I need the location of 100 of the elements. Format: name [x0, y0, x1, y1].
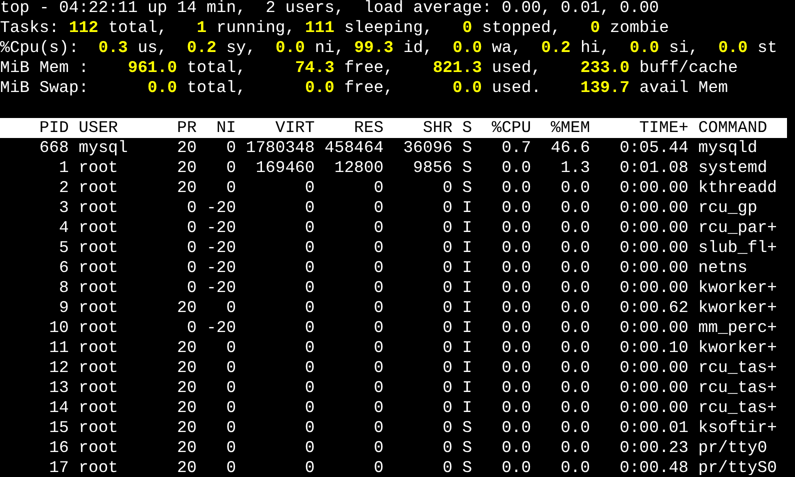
stat-text: 139.7 avail Mem	[580, 78, 728, 98]
command-cell: rcu_par+	[698, 218, 777, 238]
table-cell-text: 1780348	[244, 138, 315, 158]
table-cell-text: 8	[58, 278, 69, 298]
column-header: %CPU	[490, 118, 532, 138]
table-cell-text: 17	[48, 458, 69, 475]
column-header: COMMAND	[698, 118, 768, 138]
table-cell-text: 0:00.10	[618, 338, 688, 358]
table-cell-text: 0	[372, 458, 384, 475]
table-cell-text: 0:05.44	[618, 138, 688, 158]
table-cell-text: 0	[442, 238, 452, 258]
table-cell-text: 10	[48, 318, 69, 338]
table-cell-text: 0	[442, 218, 452, 238]
table-cell-text: 0:01.08	[618, 158, 688, 178]
user-cell-text: root	[78, 298, 120, 318]
command-cell: kworker+	[698, 298, 777, 318]
table-cell-text: 0	[225, 338, 236, 358]
column-header: PR	[176, 118, 197, 138]
table-cell-text: 0.0	[560, 338, 590, 358]
stat-text: 0 zombie	[590, 18, 669, 38]
table-cell-text: 0:00.00	[618, 238, 688, 258]
table-cell-text: 0.0	[500, 178, 532, 198]
table-cell-text: 0.0	[560, 318, 590, 338]
stat-text: 1 running,	[196, 18, 296, 38]
table-cell-text: 0	[442, 298, 452, 318]
column-header: NI	[215, 118, 236, 138]
command-cell-text: pr/tty0	[698, 438, 768, 458]
table-cell-text: 0.0	[560, 218, 590, 238]
table-cell-text: 0	[442, 258, 452, 278]
command-cell: kworker+	[698, 278, 777, 298]
table-cell-text: 0	[372, 238, 384, 258]
table-cell-text: 0	[372, 178, 384, 198]
table-cell-text: 0	[225, 158, 236, 178]
table-cell-text: S	[461, 438, 472, 458]
table-cell-text: 9	[58, 298, 69, 318]
stat-text: 821.3 used,	[432, 58, 542, 78]
summary-label: Tasks:	[0, 18, 60, 38]
table-cell-text: 0.0	[560, 438, 590, 458]
table-cell-text: 0	[304, 438, 315, 458]
table-cell-text: 0.0	[560, 418, 590, 438]
table-cell-text: 0	[442, 338, 452, 358]
user-cell-text: mysql	[78, 138, 129, 158]
table-cell-text: 0	[186, 198, 197, 218]
table-cell-text: 0	[304, 298, 315, 318]
table-cell-text: 12	[48, 358, 69, 378]
table-cell-text: -20	[206, 238, 236, 258]
command-cell: rcu_tas+	[698, 358, 777, 378]
table-cell-text: 0	[304, 358, 315, 378]
column-header: USER	[78, 118, 120, 138]
table-cell-text: I	[461, 358, 472, 378]
table-cell-text: 20	[176, 338, 197, 358]
table-cell-text: 0	[442, 358, 452, 378]
table-cell-text: 0	[442, 378, 452, 398]
table-cell-text: 0.0	[500, 298, 532, 318]
table-cell-text: I	[461, 218, 472, 238]
table-cell-text: 0:00.23	[618, 438, 688, 458]
table-cell-text: 0	[225, 178, 236, 198]
command-cell-text: mysqld	[698, 138, 758, 158]
table-cell-text: 169460	[254, 158, 315, 178]
table-cell-text: 5	[58, 238, 69, 258]
table-cell-text: 0.0	[560, 298, 590, 318]
table-cell-text: 0	[225, 358, 236, 378]
table-cell-text: 0	[304, 458, 315, 475]
table-cell-text: 20	[176, 378, 197, 398]
command-cell: kthreadd	[698, 178, 777, 198]
table-cell-text: 0	[372, 418, 384, 438]
user-cell-text: root	[78, 218, 120, 238]
table-cell-text: 0	[304, 218, 315, 238]
table-cell-text: 0	[372, 298, 384, 318]
table-cell-text: 0	[225, 398, 236, 418]
table-cell-text: 12800	[333, 158, 384, 178]
table-cell-text: 0	[372, 258, 384, 278]
table-cell-text: 0	[372, 398, 384, 418]
table-cell-text: 0	[186, 218, 197, 238]
table-cell-text: 0:00.01	[618, 418, 688, 438]
table-cell-text: 46.6	[550, 138, 590, 158]
table-cell-text: 0.0	[560, 178, 590, 198]
table-cell-text: 0	[304, 258, 315, 278]
stat-text: 0.0 used.	[452, 78, 542, 98]
table-cell-text: I	[461, 318, 472, 338]
table-cell-text: 0	[304, 278, 315, 298]
table-cell-text: 0.0	[500, 358, 532, 378]
table-cell-text: 0:00.00	[618, 218, 688, 238]
user-cell-text: root	[78, 318, 120, 338]
table-cell-text: 0:00.00	[618, 178, 688, 198]
table-cell-text: 0	[372, 218, 384, 238]
stat-text: 111 sleeping,	[304, 18, 433, 38]
table-cell-text: 20	[176, 138, 197, 158]
table-cell-text: 0	[304, 178, 315, 198]
stat-text: 112 total,	[68, 18, 168, 38]
table-cell-text: I	[461, 238, 472, 258]
command-cell: rcu_tas+	[698, 398, 777, 418]
table-cell-text: 16	[48, 438, 69, 458]
table-cell-text: 0.0	[560, 398, 590, 418]
command-cell: kworker+	[698, 338, 777, 358]
table-cell-text: 0:00.00	[618, 358, 688, 378]
table-cell-text: 0.7	[500, 138, 532, 158]
user-cell-text: root	[78, 398, 120, 418]
table-cell-text: 0.0	[500, 278, 532, 298]
stat-text: 0.2 hi,	[541, 38, 610, 58]
